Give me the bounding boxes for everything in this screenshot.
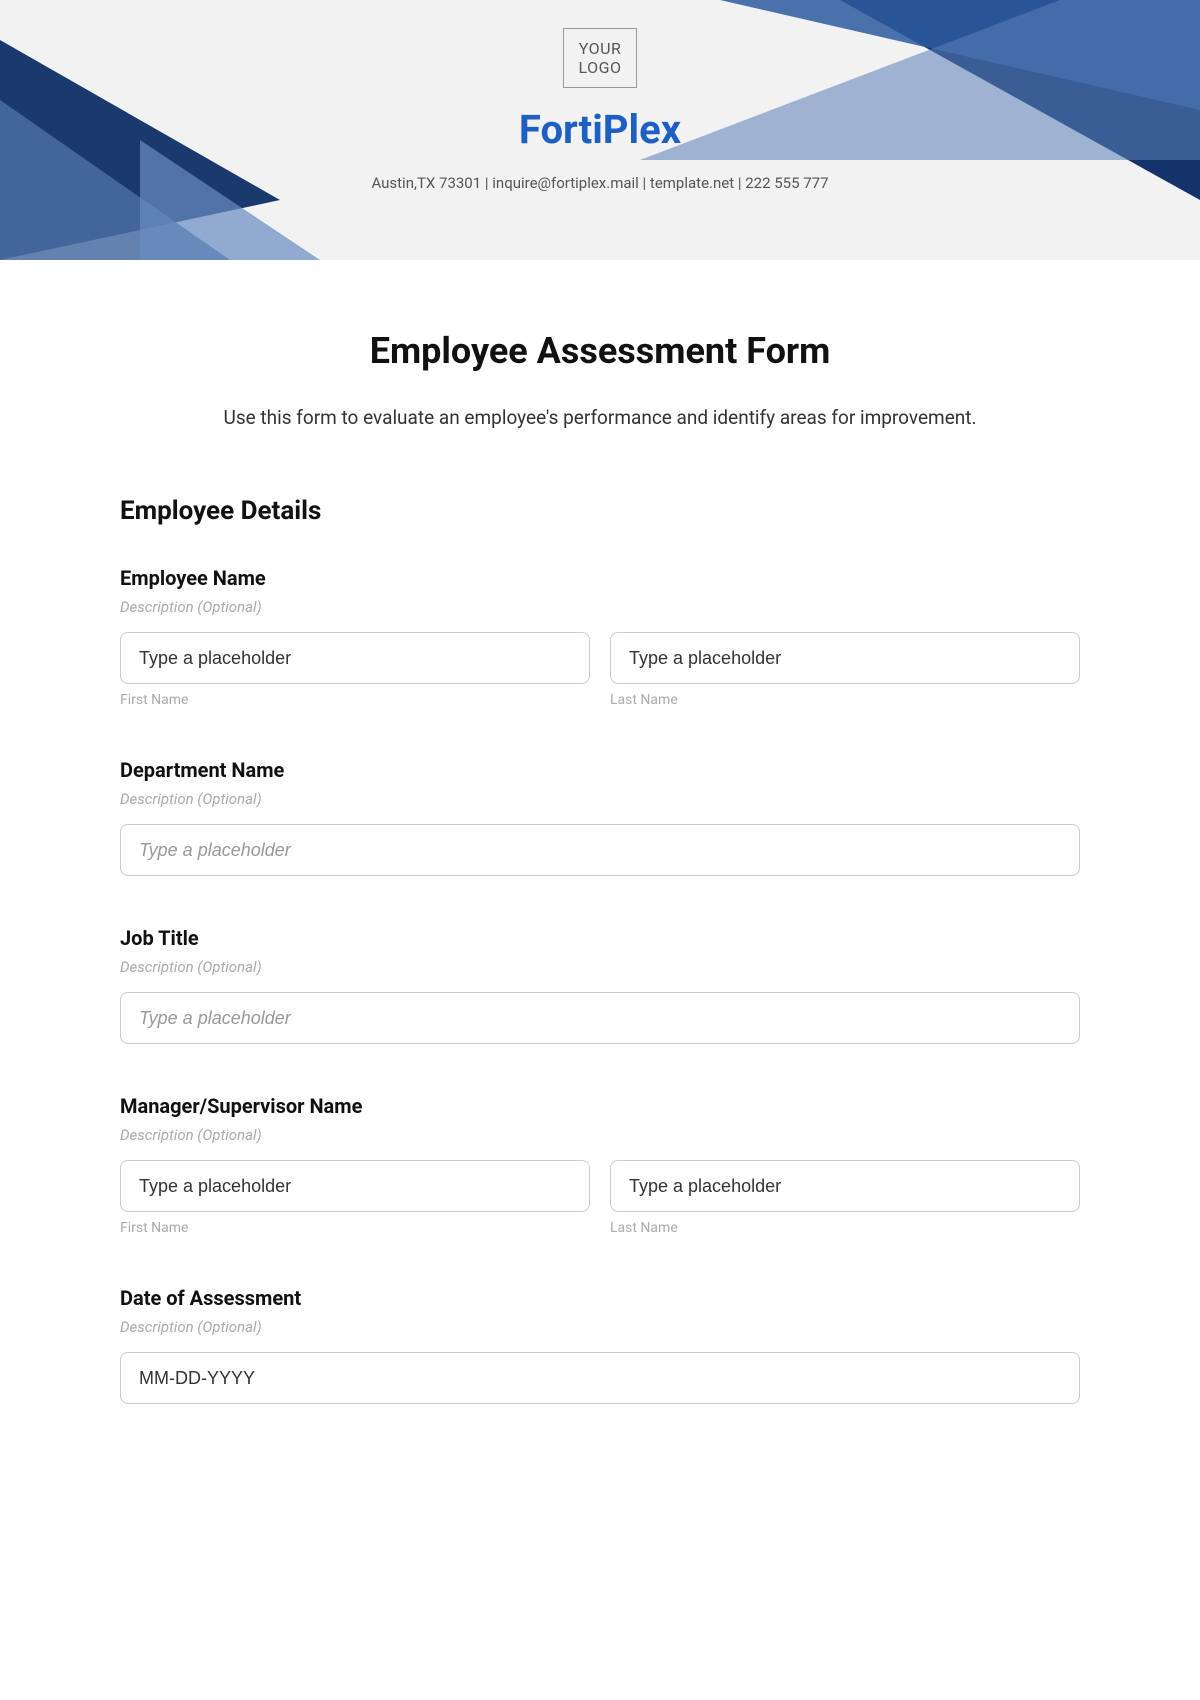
employee-last-name-input[interactable]	[610, 632, 1080, 684]
department-input[interactable]	[120, 824, 1080, 876]
field-department: Department Name Description (Optional)	[120, 758, 1080, 876]
sublabel-first-name: First Name	[120, 692, 590, 708]
form-title: Employee Assessment Form	[120, 330, 1080, 372]
section-employee-details: Employee Details	[120, 496, 1080, 526]
form-area: Employee Assessment Form Use this form t…	[0, 260, 1200, 1444]
logo-placeholder: YOUR LOGO	[563, 28, 636, 88]
field-desc: Description (Optional)	[120, 958, 1080, 976]
field-date: Date of Assessment Description (Optional…	[120, 1286, 1080, 1404]
field-desc: Description (Optional)	[120, 598, 1080, 616]
manager-last-name-input[interactable]	[610, 1160, 1080, 1212]
field-employee-name: Employee Name Description (Optional) Fir…	[120, 566, 1080, 708]
field-label: Date of Assessment	[120, 1286, 1080, 1310]
field-manager: Manager/Supervisor Name Description (Opt…	[120, 1094, 1080, 1236]
field-desc: Description (Optional)	[120, 790, 1080, 808]
header-band: YOUR LOGO FortiPlex Austin,TX 73301 | in…	[0, 0, 1200, 260]
manager-first-name-input[interactable]	[120, 1160, 590, 1212]
contact-line: Austin,TX 73301 | inquire@fortiplex.mail…	[350, 171, 850, 195]
sublabel-last-name: Last Name	[610, 692, 1080, 708]
field-desc: Description (Optional)	[120, 1318, 1080, 1336]
field-label: Manager/Supervisor Name	[120, 1094, 1080, 1118]
field-label: Job Title	[120, 926, 1080, 950]
field-label: Employee Name	[120, 566, 1080, 590]
field-label: Department Name	[120, 758, 1080, 782]
sublabel-last-name: Last Name	[610, 1220, 1080, 1236]
job-title-input[interactable]	[120, 992, 1080, 1044]
field-job-title: Job Title Description (Optional)	[120, 926, 1080, 1044]
company-name: FortiPlex	[0, 106, 1200, 153]
form-intro: Use this form to evaluate an employee's …	[120, 400, 1080, 436]
date-input[interactable]	[120, 1352, 1080, 1404]
employee-first-name-input[interactable]	[120, 632, 590, 684]
sublabel-first-name: First Name	[120, 1220, 590, 1236]
field-desc: Description (Optional)	[120, 1126, 1080, 1144]
